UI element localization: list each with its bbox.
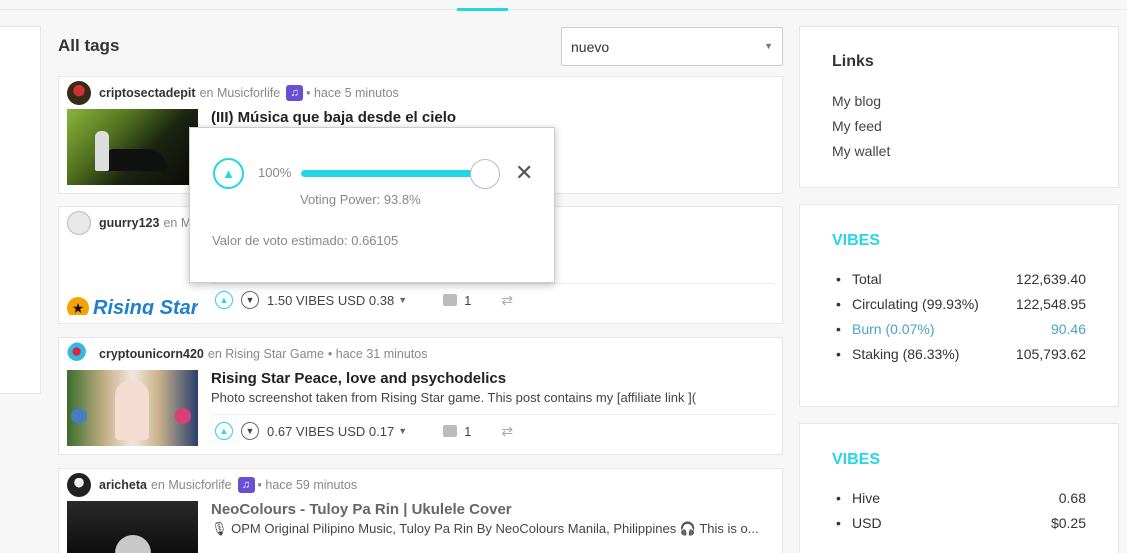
stat-label: Staking (86.33%) (852, 346, 960, 362)
post-header: guurry123 en M (67, 211, 195, 235)
payout-value[interactable]: 0.67 VIBES USD 0.17 (267, 424, 394, 439)
reblog-icon[interactable]: ⇄ (501, 292, 513, 309)
music-note-icon: ♫ (237, 477, 255, 493)
estimated-vote-value: Valor de voto estimado: 0.66105 (212, 233, 399, 248)
card-badge-left-icon (71, 408, 87, 424)
post-header: criptosectadepit en Musicforlife ♫ • hac… (67, 81, 399, 105)
divider (211, 414, 774, 415)
top-navigation-bar (0, 0, 1127, 11)
token-supply-card: VIBES • Total 122,639.40 • Circulating (… (799, 204, 1119, 407)
post-author[interactable]: cryptounicorn420 (99, 347, 204, 361)
ukulele-shape (115, 535, 151, 553)
upvote-button[interactable]: ▲ (215, 291, 233, 309)
avatar[interactable] (67, 81, 91, 105)
piano-shape (107, 149, 167, 171)
post-title[interactable]: NeoColours - Tuloy Pa Rin | Ukulele Cove… (211, 501, 512, 518)
token-price-card: VIBES • Hive 0.68 • USD $0.25 (799, 423, 1119, 553)
music-note-icon: ♫ (286, 85, 304, 101)
vote-weight-slider[interactable] (301, 170, 487, 177)
post-community[interactable]: en M (163, 216, 191, 230)
active-tab-indicator (457, 8, 508, 11)
avatar[interactable] (67, 342, 91, 366)
upvote-button[interactable]: ▲ (213, 158, 244, 189)
stat-label: Hive (852, 490, 881, 506)
link-my-feed[interactable]: My feed (832, 118, 882, 134)
link-my-wallet[interactable]: My wallet (832, 143, 890, 159)
stat-label: USD (852, 515, 882, 531)
comment-icon[interactable] (443, 294, 458, 306)
page-title: All tags (58, 36, 120, 55)
post-thumbnail[interactable]: ★ Rising Star (67, 239, 198, 315)
stat-label[interactable]: Burn (0.07%) (852, 321, 934, 337)
chevron-down-icon: ▼ (764, 41, 773, 51)
downvote-button[interactable]: ▼ (241, 422, 259, 440)
card-figure-shape (115, 380, 149, 440)
downvote-button[interactable]: ▼ (241, 291, 259, 309)
post-author[interactable]: aricheta (99, 478, 147, 492)
post-time: • hace 31 minutos (327, 347, 428, 361)
post-community[interactable]: en Musicforlife (200, 86, 281, 100)
post-title[interactable]: Rising Star Peace, love and psychodelics (211, 370, 506, 387)
payout-value[interactable]: 1.50 VIBES USD 0.38 (267, 293, 394, 308)
comment-icon[interactable] (443, 425, 458, 437)
post-card: cryptounicorn420 en Rising Star Game • h… (58, 337, 783, 455)
divider (211, 283, 774, 284)
post-thumbnail[interactable] (67, 109, 198, 185)
star-icon: ★ (67, 297, 89, 315)
link-my-blog[interactable]: My blog (832, 93, 881, 109)
post-excerpt: Photo screenshot taken from Rising Star … (211, 390, 697, 405)
post-author[interactable]: guurry123 (99, 216, 159, 230)
vote-weight-percent: 100% (258, 165, 292, 180)
links-card: Links My blog My feed My wallet (799, 26, 1119, 188)
stat-value: 90.46 (1050, 321, 1086, 337)
post-card: aricheta en Musicforlife ♫ • hace 59 min… (58, 468, 783, 553)
stat-value: 0.68 (1058, 490, 1086, 506)
chevron-down-icon[interactable]: ▼ (398, 426, 407, 436)
card-badge-right-icon (175, 408, 191, 424)
slider-handle[interactable] (470, 159, 500, 189)
post-time: • hace 59 minutos (257, 478, 358, 492)
stat-value: 122,639.40 (1015, 271, 1086, 287)
stat-value: $0.25 (1050, 515, 1086, 531)
token-supply-title: VIBES (832, 232, 881, 249)
comment-count[interactable]: 1 (464, 424, 471, 439)
sort-select-value: nuevo (571, 39, 610, 55)
stat-value: 122,548.95 (1015, 296, 1086, 312)
post-excerpt: 🎙 OPM Original Pilipino Music, Tuloy Pa … (211, 521, 759, 536)
chevron-down-icon[interactable]: ▼ (398, 295, 407, 305)
vote-popup: ▲ 100% ✕ Voting Power: 93.8% Valor de vo… (189, 127, 555, 283)
left-panel (0, 26, 41, 394)
comment-count[interactable]: 1 (464, 293, 471, 308)
stat-label: Total (852, 271, 882, 287)
post-author[interactable]: criptosectadepit (99, 86, 196, 100)
post-thumbnail[interactable] (67, 501, 198, 553)
post-community[interactable]: en Rising Star Game (208, 347, 324, 361)
post-actions: ▲ ▼ 0.67 VIBES USD 0.17 ▼ 1 ⇄ (215, 420, 513, 442)
links-title: Links (832, 53, 874, 70)
stat-label: Circulating (99.93%) (852, 296, 979, 312)
post-header: cryptounicorn420 en Rising Star Game • h… (67, 342, 428, 366)
avatar[interactable] (67, 473, 91, 497)
pianist-shape (95, 131, 109, 171)
token-price-title: VIBES (832, 451, 881, 468)
upvote-button[interactable]: ▲ (215, 422, 233, 440)
stat-value: 105,793.62 (1015, 346, 1086, 362)
post-actions: ▲ ▼ 1.50 VIBES USD 0.38 ▼ 1 ⇄ (215, 289, 513, 311)
rising-star-logo-text: Rising Star (93, 297, 198, 315)
sort-select[interactable]: nuevo ▼ (561, 27, 783, 66)
post-header: aricheta en Musicforlife ♫ • hace 59 min… (67, 473, 357, 497)
post-time: • hace 5 minutos (306, 86, 399, 100)
avatar[interactable] (67, 211, 91, 235)
post-thumbnail[interactable] (67, 370, 198, 446)
reblog-icon[interactable]: ⇄ (501, 423, 513, 440)
post-title[interactable]: (III) Música que baja desde el cielo (211, 109, 456, 126)
close-icon[interactable]: ✕ (515, 160, 533, 186)
voting-power: Voting Power: 93.8% (300, 192, 421, 207)
post-community[interactable]: en Musicforlife (151, 478, 232, 492)
